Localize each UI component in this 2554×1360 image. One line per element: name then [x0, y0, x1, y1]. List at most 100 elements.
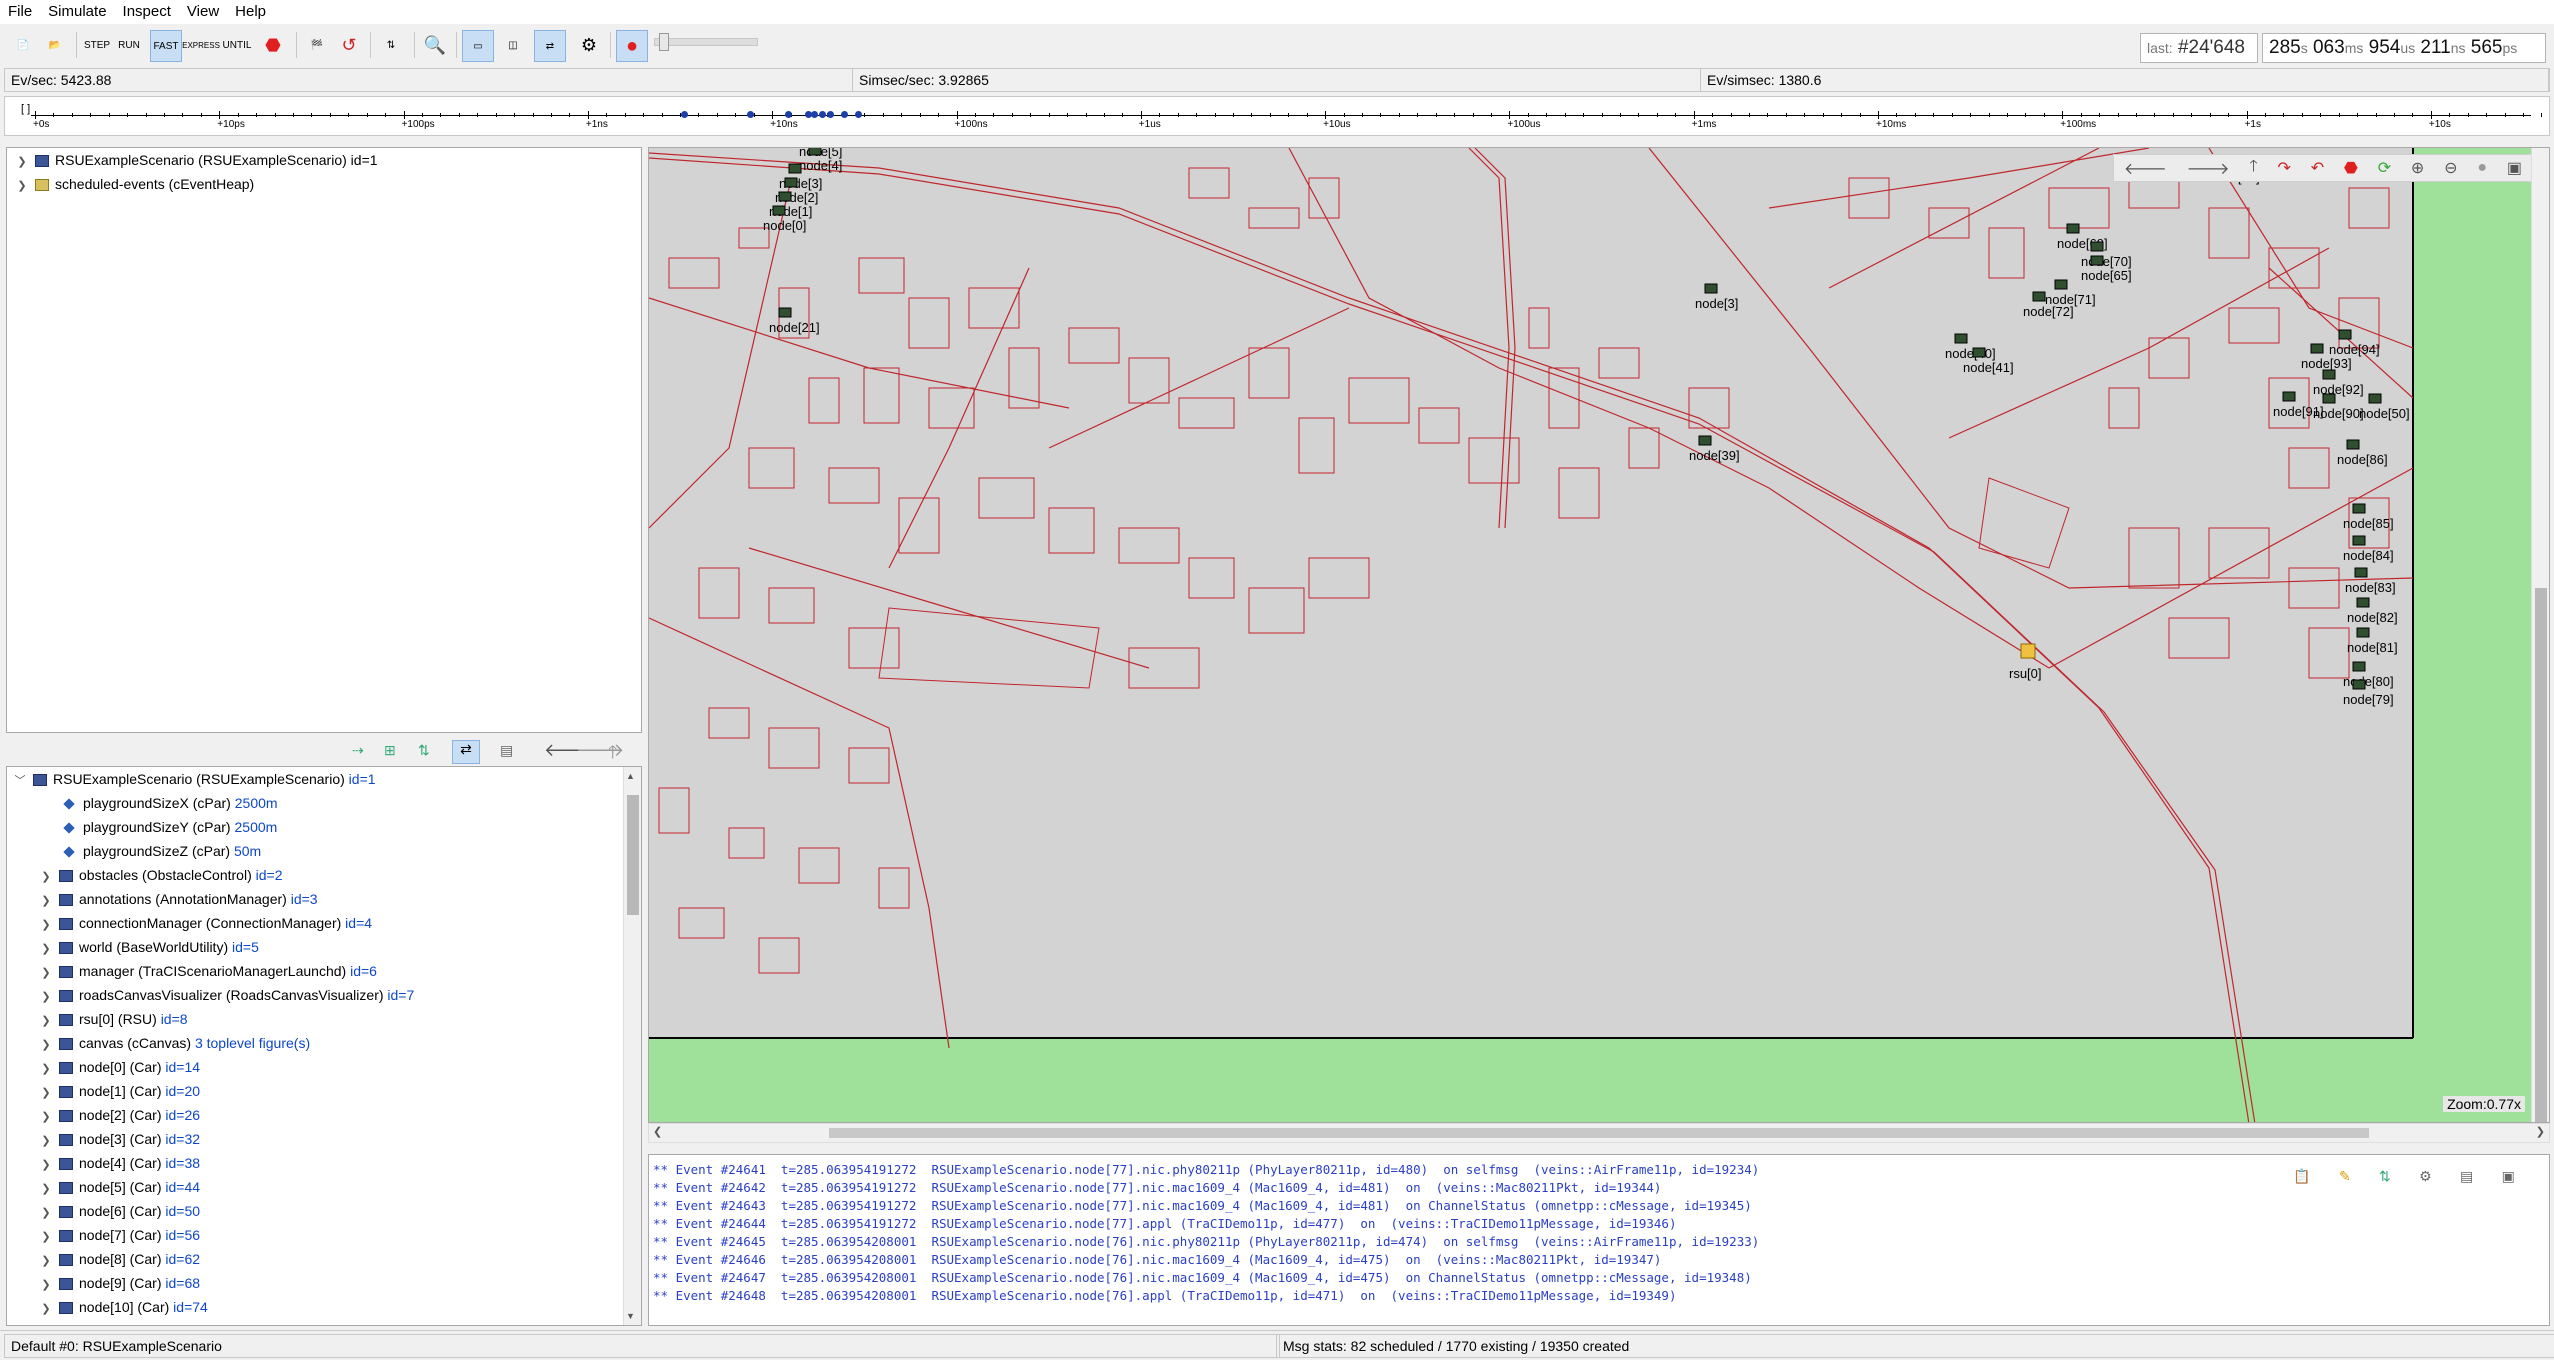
node-label[interactable]: node[3]: [1695, 296, 1738, 311]
node-label[interactable]: node[82]: [2347, 610, 2398, 625]
zoom-in-icon[interactable]: ⊕: [2411, 158, 2424, 178]
node-label[interactable]: node[39]: [1689, 448, 1740, 463]
network-canvas[interactable]: node[5]node[4]node[3]node[2]node[1]node[…: [648, 147, 2550, 1123]
run-button[interactable]: RUN: [114, 30, 144, 60]
expand-chevron-icon[interactable]: ❯: [37, 1009, 55, 1033]
step-out-icon[interactable]: ↶: [2311, 158, 2324, 178]
layout-icon[interactable]: ▣: [2507, 158, 2522, 178]
menu-help[interactable]: Help: [227, 0, 274, 24]
car-icon[interactable]: [2338, 329, 2352, 340]
car-icon[interactable]: [2066, 223, 2080, 234]
car-icon[interactable]: [2090, 255, 2104, 266]
record-events-icon[interactable]: ⇅: [376, 30, 406, 60]
record-video-button[interactable]: ●: [616, 30, 648, 62]
node-label[interactable]: node[86]: [2337, 452, 2388, 467]
car-icon[interactable]: [1698, 435, 1712, 446]
timeline-event-marker[interactable]: [827, 111, 834, 118]
collapse-chevron-icon[interactable]: ﹀: [11, 769, 29, 793]
node-label[interactable]: node[4]: [799, 158, 842, 173]
speed-slider-handle[interactable]: [659, 33, 669, 51]
car-icon[interactable]: [2352, 661, 2366, 672]
layout-vertical-icon[interactable]: ◫: [498, 30, 528, 60]
expand-chevron-icon[interactable]: ❯: [37, 937, 55, 961]
param-row[interactable]: playgroundSizeX (cPar) 2500m: [7, 791, 641, 815]
back-arrow-icon[interactable]: 🡐: [2124, 158, 2167, 179]
submodule-row[interactable]: ❯ annotations (AnnotationManager) id=3: [7, 887, 641, 911]
submodule-row[interactable]: ❯ node[0] (Car) id=14: [7, 1055, 641, 1079]
scroll-up-icon[interactable]: ▲: [626, 771, 635, 781]
submodule-row[interactable]: ❯ roadsCanvasVisualizer (RoadsCanvasVisua…: [7, 983, 641, 1007]
fast-button[interactable]: FAST: [150, 30, 182, 62]
car-icon[interactable]: [2310, 343, 2324, 354]
car-icon[interactable]: [2054, 279, 2068, 290]
node-label[interactable]: node[94]: [2329, 342, 2380, 357]
rsu-label[interactable]: rsu[0]: [2009, 666, 2042, 681]
node-label[interactable]: node[72]: [2023, 304, 2074, 319]
expand-chevron-icon[interactable]: ❯: [37, 913, 55, 937]
car-icon[interactable]: [778, 307, 792, 318]
timeline-bracket[interactable]: [ ]: [21, 103, 30, 115]
car-icon[interactable]: [2356, 597, 2370, 608]
node-label[interactable]: node[40]: [1945, 346, 1996, 361]
log-gear-icon[interactable]: ⚙: [2419, 1168, 2432, 1185]
car-icon[interactable]: [2090, 241, 2104, 252]
node-label[interactable]: node[0]: [763, 218, 806, 233]
inheritance-mode-icon[interactable]: ▤: [500, 742, 513, 759]
scroll-right-icon[interactable]: ❯: [2536, 1125, 2545, 1138]
car-icon[interactable]: [2322, 393, 2336, 404]
submodule-row[interactable]: ❯ node[7] (Car) id=56: [7, 1223, 641, 1247]
timeline-event-marker[interactable]: [785, 111, 792, 118]
menu-file[interactable]: File: [0, 0, 40, 24]
car-icon[interactable]: [2354, 567, 2368, 578]
node-label[interactable]: node[90]: [2313, 406, 2364, 421]
param-row[interactable]: playgroundSizeZ (cPar) 50m: [7, 839, 641, 863]
expand-chevron-icon[interactable]: ❯: [37, 985, 55, 1009]
expand-chevron-icon[interactable]: ❯: [37, 1273, 55, 1297]
map-vscrollbar[interactable]: [2531, 148, 2549, 1122]
node-label[interactable]: node[80]: [2343, 674, 2394, 689]
node-label[interactable]: node[83]: [2345, 580, 2396, 595]
expand-chevron-icon[interactable]: ❯: [37, 1201, 55, 1225]
timeline-event-marker[interactable]: [855, 111, 862, 118]
car-icon[interactable]: [778, 191, 792, 202]
load-network-icon[interactable]: 📂: [40, 30, 70, 60]
car-icon[interactable]: [2352, 503, 2366, 514]
step-button[interactable]: STEP: [82, 30, 112, 60]
expand-chevron-icon[interactable]: ❯: [37, 1297, 55, 1321]
car-icon[interactable]: [2352, 535, 2366, 546]
expand-chevron-icon[interactable]: ❯: [37, 865, 55, 889]
submodule-row[interactable]: ❯ node[1] (Car) id=20: [7, 1079, 641, 1103]
car-icon[interactable]: [784, 177, 798, 188]
scroll-down-icon[interactable]: ▼: [626, 1311, 635, 1321]
car-icon[interactable]: [1704, 283, 1718, 294]
flat-mode-icon[interactable]: ⇅: [418, 742, 430, 759]
submodule-row[interactable]: ❯ node[8] (Car) id=62: [7, 1247, 641, 1271]
inspector-scrollbar[interactable]: ▲ ▼: [623, 767, 641, 1325]
go-to-parent-icon[interactable]: ⇢: [352, 742, 364, 759]
refresh-icon[interactable]: ⟳: [2378, 158, 2391, 178]
stop-icon[interactable]: ⬣: [258, 30, 288, 60]
expand-chevron-icon[interactable]: ❯: [37, 889, 55, 913]
expand-chevron-icon[interactable]: ❯: [13, 150, 31, 174]
submodule-row[interactable]: ❯ node[5] (Car) id=44: [7, 1175, 641, 1199]
toggle-icon[interactable]: ●: [2477, 159, 2487, 177]
expand-chevron-icon[interactable]: ❯: [37, 1057, 55, 1081]
express-button[interactable]: EXPRESS: [182, 30, 220, 60]
layout-horizontal-icon[interactable]: ▭: [462, 30, 494, 62]
map-hscrollbar[interactable]: ❮ ❯: [648, 1123, 2550, 1143]
speed-slider[interactable]: [654, 33, 758, 51]
node-label[interactable]: node[92]: [2313, 382, 2364, 397]
node-label[interactable]: node[85]: [2343, 516, 2394, 531]
submodule-row[interactable]: ❯ node[4] (Car) id=38: [7, 1151, 641, 1175]
expand-chevron-icon[interactable]: ❯: [37, 1153, 55, 1177]
car-icon[interactable]: [2368, 393, 2382, 404]
up-arrow-icon[interactable]: 🡑: [2249, 155, 2257, 182]
until-button[interactable]: UNTIL: [222, 30, 252, 60]
copy-icon[interactable]: 📋: [2293, 1168, 2310, 1185]
menu-view[interactable]: View: [179, 0, 227, 24]
inspector-root[interactable]: ﹀ RSUExampleScenario (RSUExampleScenario)…: [7, 767, 641, 791]
preferences-gear-icon[interactable]: ⚙: [574, 30, 604, 60]
timeline-event-marker[interactable]: [747, 111, 754, 118]
node-label[interactable]: node[79]: [2343, 692, 2394, 707]
timeline-event-marker[interactable]: [681, 111, 688, 118]
